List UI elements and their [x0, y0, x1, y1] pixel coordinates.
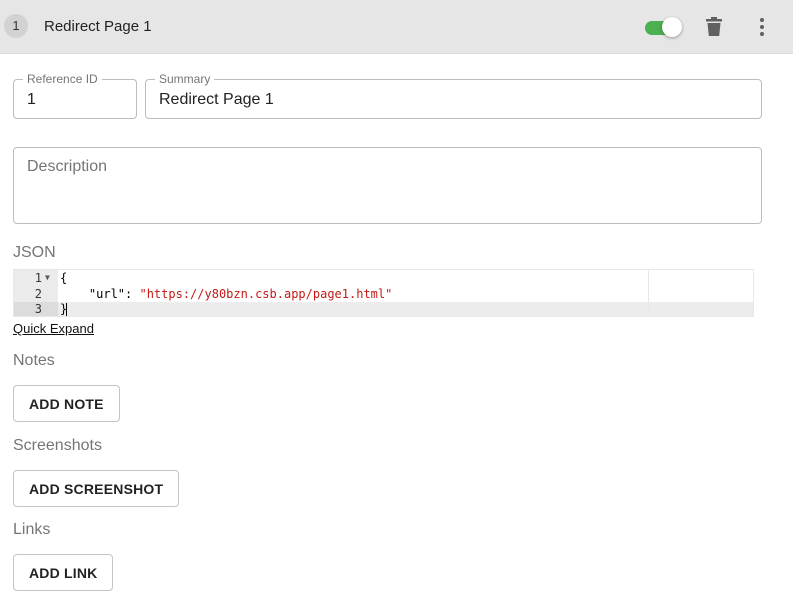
code-line-2: "url": "https://y80bzn.csb.app/page1.htm… — [60, 286, 392, 302]
print-margin — [648, 270, 649, 316]
add-note-button[interactable]: ADD NOTE — [13, 385, 120, 422]
reference-id-label: Reference ID — [23, 72, 102, 86]
trash-icon — [706, 17, 722, 36]
item-title: Redirect Page 1 — [44, 18, 152, 35]
fold-arrow-icon[interactable]: ▼ — [45, 270, 50, 286]
summary-label: Summary — [155, 72, 215, 86]
reference-id-field[interactable]: Reference ID 1 — [13, 72, 137, 119]
quick-expand-link[interactable]: Quick Expand — [13, 321, 94, 336]
line-number: 1 — [34, 271, 42, 285]
description-field[interactable]: Description — [13, 147, 762, 224]
toggle-thumb — [662, 17, 682, 37]
item-header: 1 Redirect Page 1 — [0, 0, 793, 54]
more-vertical-icon — [760, 18, 764, 36]
enabled-toggle[interactable] — [643, 17, 683, 37]
summary-value: Redirect Page 1 — [159, 91, 274, 108]
notes-label: Notes — [13, 352, 55, 369]
code-text: { — [60, 271, 68, 285]
delete-button[interactable] — [704, 16, 724, 38]
json-key: "url" — [88, 287, 126, 301]
line-number: 2 — [34, 287, 42, 301]
more-options-button[interactable] — [752, 16, 772, 38]
code-line-1: { — [60, 270, 67, 286]
summary-field[interactable]: Summary Redirect Page 1 — [145, 72, 762, 119]
json-string-value: "https://y80bzn.csb.app/page1.html" — [139, 287, 393, 301]
line-number: 3 — [34, 302, 42, 316]
index-badge: 1 — [4, 14, 28, 38]
add-screenshot-button[interactable]: ADD SCREENSHOT — [13, 470, 180, 507]
json-colon: : — [125, 287, 140, 301]
links-label: Links — [13, 521, 51, 538]
json-editor[interactable]: 1 ▼ 2 3 { "url": "https://y80bzn.csb.app… — [13, 269, 754, 317]
add-link-button[interactable]: ADD LINK — [13, 554, 114, 591]
reference-id-value: 1 — [27, 91, 36, 108]
json-label: JSON — [13, 244, 56, 261]
description-placeholder: Description — [27, 158, 108, 175]
screenshots-label: Screenshots — [13, 437, 102, 454]
text-cursor — [66, 303, 67, 316]
